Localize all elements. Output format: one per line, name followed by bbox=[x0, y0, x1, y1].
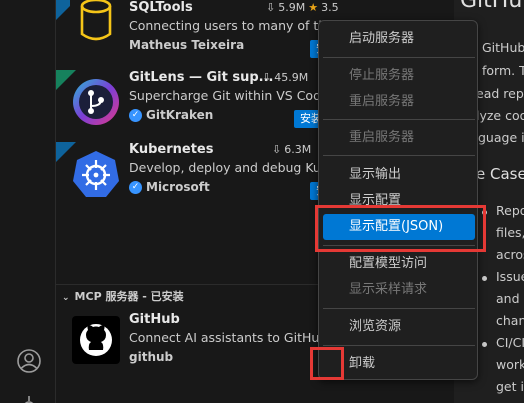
readme-line: acros bbox=[496, 247, 524, 262]
cloud-download-icon: ⇩ bbox=[266, 1, 276, 14]
extension-stats: ⇩ 45.9M bbox=[262, 71, 308, 84]
extension-stats: ⇩ 5.9M ★ 3.5 bbox=[266, 1, 339, 14]
download-count: 6.3M bbox=[284, 143, 312, 156]
extension-description: Connecting users to many of th bbox=[129, 18, 327, 33]
extension-name: Kubernetes bbox=[129, 142, 214, 157]
account-icon[interactable] bbox=[16, 348, 42, 374]
menu-restart-server-2[interactable]: 重启服务器 bbox=[323, 125, 475, 151]
readme-line: chan bbox=[496, 313, 524, 328]
menu-uninstall[interactable]: 卸载 bbox=[323, 351, 475, 377]
readme-line: and I bbox=[496, 291, 524, 306]
readme-line: Issue bbox=[496, 269, 524, 284]
readme-line: form. T bbox=[482, 63, 524, 78]
menu-start-server[interactable]: 启动服务器 bbox=[323, 26, 475, 52]
github-logo bbox=[72, 316, 120, 364]
menu-separator bbox=[323, 308, 475, 309]
readme-line: Repo bbox=[496, 203, 524, 218]
extension-name: GitHub bbox=[129, 312, 180, 327]
extension-description: Supercharge Git within VS Code bbox=[129, 88, 329, 103]
readme-line: work bbox=[496, 357, 524, 372]
rating: 3.5 bbox=[321, 1, 339, 14]
readme-line: files, bbox=[496, 225, 524, 240]
readme-line: GitHub bbox=[482, 40, 524, 55]
highlight-annotation bbox=[315, 205, 486, 252]
sqltools-logo bbox=[70, 0, 122, 48]
verified-icon: ✓ bbox=[129, 180, 142, 194]
menu-stop-server[interactable]: 停止服务器 bbox=[323, 63, 475, 89]
star-icon: ★ bbox=[308, 1, 319, 14]
publisher-name: github bbox=[129, 350, 174, 364]
menu-separator bbox=[323, 57, 475, 58]
highlight-annotation bbox=[310, 347, 344, 380]
readme-line: CI/CI bbox=[496, 335, 524, 350]
extension-publisher: github bbox=[129, 350, 173, 364]
bullet bbox=[482, 276, 487, 281]
extension-stats: ⇩ 6.3M bbox=[272, 143, 311, 156]
menu-show-sampling-requests[interactable]: 显示采样请求 bbox=[323, 277, 475, 303]
readme-title: GitHu bbox=[460, 0, 523, 13]
kubernetes-logo bbox=[70, 148, 122, 200]
chevron-down-icon: ⌄ bbox=[62, 293, 70, 303]
readme-heading: e Cases bbox=[476, 165, 524, 183]
menu-show-output[interactable]: 显示输出 bbox=[323, 162, 475, 188]
cloud-download-icon: ⇩ bbox=[262, 71, 272, 84]
menu-restart-server[interactable]: 重启服务器 bbox=[323, 89, 475, 115]
menu-separator bbox=[323, 119, 475, 120]
extension-description: Connect AI assistants to GitHub bbox=[129, 330, 328, 345]
settings-gear-icon[interactable] bbox=[16, 394, 42, 403]
publisher-name: Matheus Teixeira bbox=[129, 38, 245, 52]
section-title: MCP 服务器 - 已安装 bbox=[74, 290, 184, 303]
bullet bbox=[482, 342, 487, 347]
verified-icon: ✓ bbox=[129, 108, 142, 122]
activity-bar bbox=[0, 0, 56, 403]
extension-description: Develop, deploy and debug Kub bbox=[129, 160, 329, 175]
gitlens-logo bbox=[70, 76, 122, 128]
server-context-menu: 启动服务器 停止服务器 重启服务器 重启服务器 显示输出 显示配置 显示配置(J… bbox=[318, 20, 478, 380]
extension-name: SQLTools bbox=[129, 0, 193, 15]
extension-name: GitLens — Git sup... bbox=[129, 70, 274, 85]
download-count: 45.9M bbox=[274, 71, 309, 84]
publisher-name: GitKraken bbox=[146, 108, 214, 122]
cloud-download-icon: ⇩ bbox=[272, 143, 282, 156]
readme-line: lyze coo bbox=[476, 108, 524, 123]
readme-line: ead rep bbox=[476, 86, 524, 101]
menu-separator bbox=[323, 155, 475, 156]
menu-configure-model-access[interactable]: 配置模型访问 bbox=[323, 251, 475, 277]
extension-publisher: ✓ Microsoft bbox=[129, 180, 210, 194]
readme-line: get i bbox=[496, 379, 524, 394]
readme-line: guage in bbox=[478, 130, 524, 145]
menu-separator bbox=[323, 345, 475, 346]
extension-publisher: ✓ GitKraken bbox=[129, 108, 213, 122]
publisher-name: Microsoft bbox=[146, 180, 210, 194]
extension-publisher: Matheus Teixeira bbox=[129, 38, 244, 52]
download-count: 5.9M bbox=[278, 1, 306, 14]
menu-browse-resources[interactable]: 浏览资源 bbox=[323, 314, 475, 340]
